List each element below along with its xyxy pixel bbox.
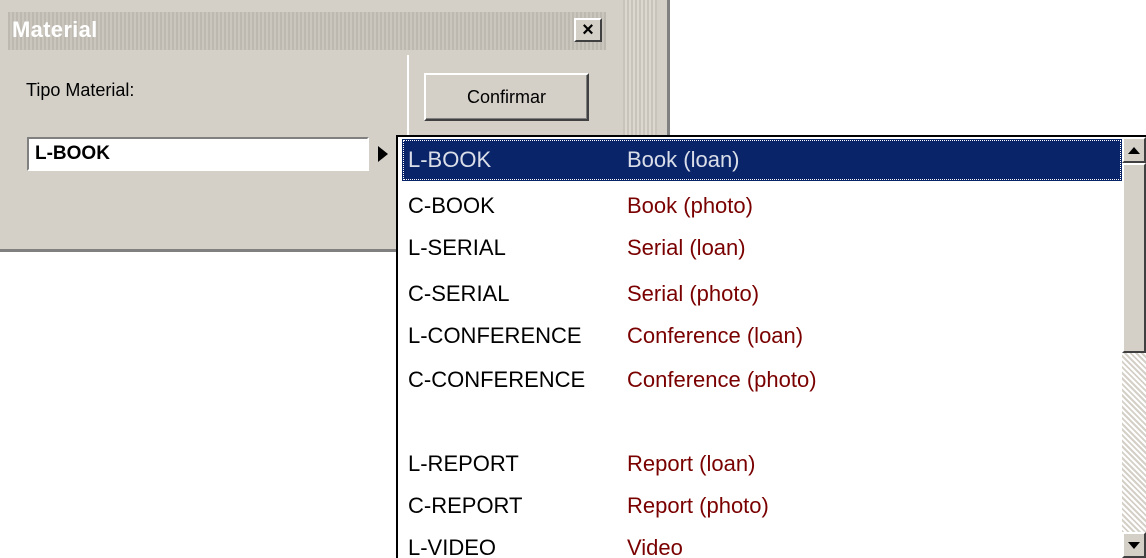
close-button[interactable]: × bbox=[574, 18, 602, 42]
confirm-button[interactable]: Confirmar bbox=[424, 73, 589, 121]
list-item-description: Conference (photo) bbox=[627, 367, 817, 392]
list-item-description: Report (loan) bbox=[627, 451, 756, 476]
list-item-code: C-CONFERENCE bbox=[408, 367, 586, 392]
list-item[interactable]: L-BOOK Book (loan) bbox=[402, 139, 1122, 181]
list-item[interactable]: C-BOOK Book (photo) bbox=[402, 185, 1122, 227]
list-item-code: C-BOOK bbox=[408, 193, 495, 218]
list-item[interactable]: L-REPORT Report (loan) bbox=[402, 443, 1122, 485]
background-window-titlebar bbox=[623, 0, 657, 140]
tipo-material-label: Tipo Material: bbox=[26, 80, 135, 100]
scroll-thumb[interactable] bbox=[1122, 163, 1146, 353]
list-item-code: L-CONFERENCE bbox=[408, 323, 582, 348]
list-item[interactable]: L-VIDEO Video bbox=[402, 527, 1122, 558]
list-item[interactable]: L-SERIAL Serial (loan) bbox=[402, 227, 1122, 269]
scroll-down-button[interactable] bbox=[1122, 532, 1146, 558]
close-icon: × bbox=[582, 19, 594, 41]
list-item-code: L-BOOK bbox=[408, 147, 492, 172]
list-item-description: Video bbox=[627, 535, 683, 558]
scroll-up-button[interactable] bbox=[1122, 137, 1146, 163]
arrow-up-icon bbox=[1128, 146, 1140, 154]
list-item-code: C-REPORT bbox=[408, 493, 523, 518]
dialog-title: Material bbox=[12, 17, 98, 42]
list-item[interactable]: C-SERIAL Serial (photo) bbox=[402, 273, 1122, 315]
dropdown-scrollbar[interactable] bbox=[1122, 137, 1146, 558]
list-item[interactable]: C-REPORT Report (photo) bbox=[402, 485, 1122, 527]
dialog-titlebar[interactable]: Material × bbox=[8, 12, 606, 50]
list-item-description: Conference (loan) bbox=[627, 323, 804, 348]
list-item[interactable]: C-CONFERENCE Conference (photo) bbox=[402, 359, 1122, 443]
list-item-description: Book (photo) bbox=[627, 193, 753, 218]
list-item-description: Report (photo) bbox=[627, 493, 769, 518]
list-item-description: Book (loan) bbox=[627, 147, 740, 172]
tipo-material-combo-input[interactable]: L-BOOK bbox=[27, 137, 369, 171]
background-window-strip bbox=[615, 0, 670, 140]
combo-dropdown-button[interactable] bbox=[370, 137, 396, 171]
material-dropdown-list[interactable]: L-BOOK Book (loan) C-BOOK Book (photo) L… bbox=[396, 135, 1146, 558]
list-item-code: L-VIDEO bbox=[408, 535, 497, 558]
list-item-code: C-SERIAL bbox=[408, 281, 510, 306]
arrow-down-icon bbox=[1128, 541, 1140, 549]
triangle-right-icon bbox=[378, 146, 388, 162]
list-item-code: L-SERIAL bbox=[408, 235, 506, 260]
list-item-description: Serial (photo) bbox=[627, 281, 760, 306]
list-item-code: L-REPORT bbox=[408, 451, 519, 476]
list-item[interactable]: L-CONFERENCE Conference (loan) bbox=[402, 315, 1122, 357]
list-item-description: Serial (loan) bbox=[627, 235, 746, 260]
